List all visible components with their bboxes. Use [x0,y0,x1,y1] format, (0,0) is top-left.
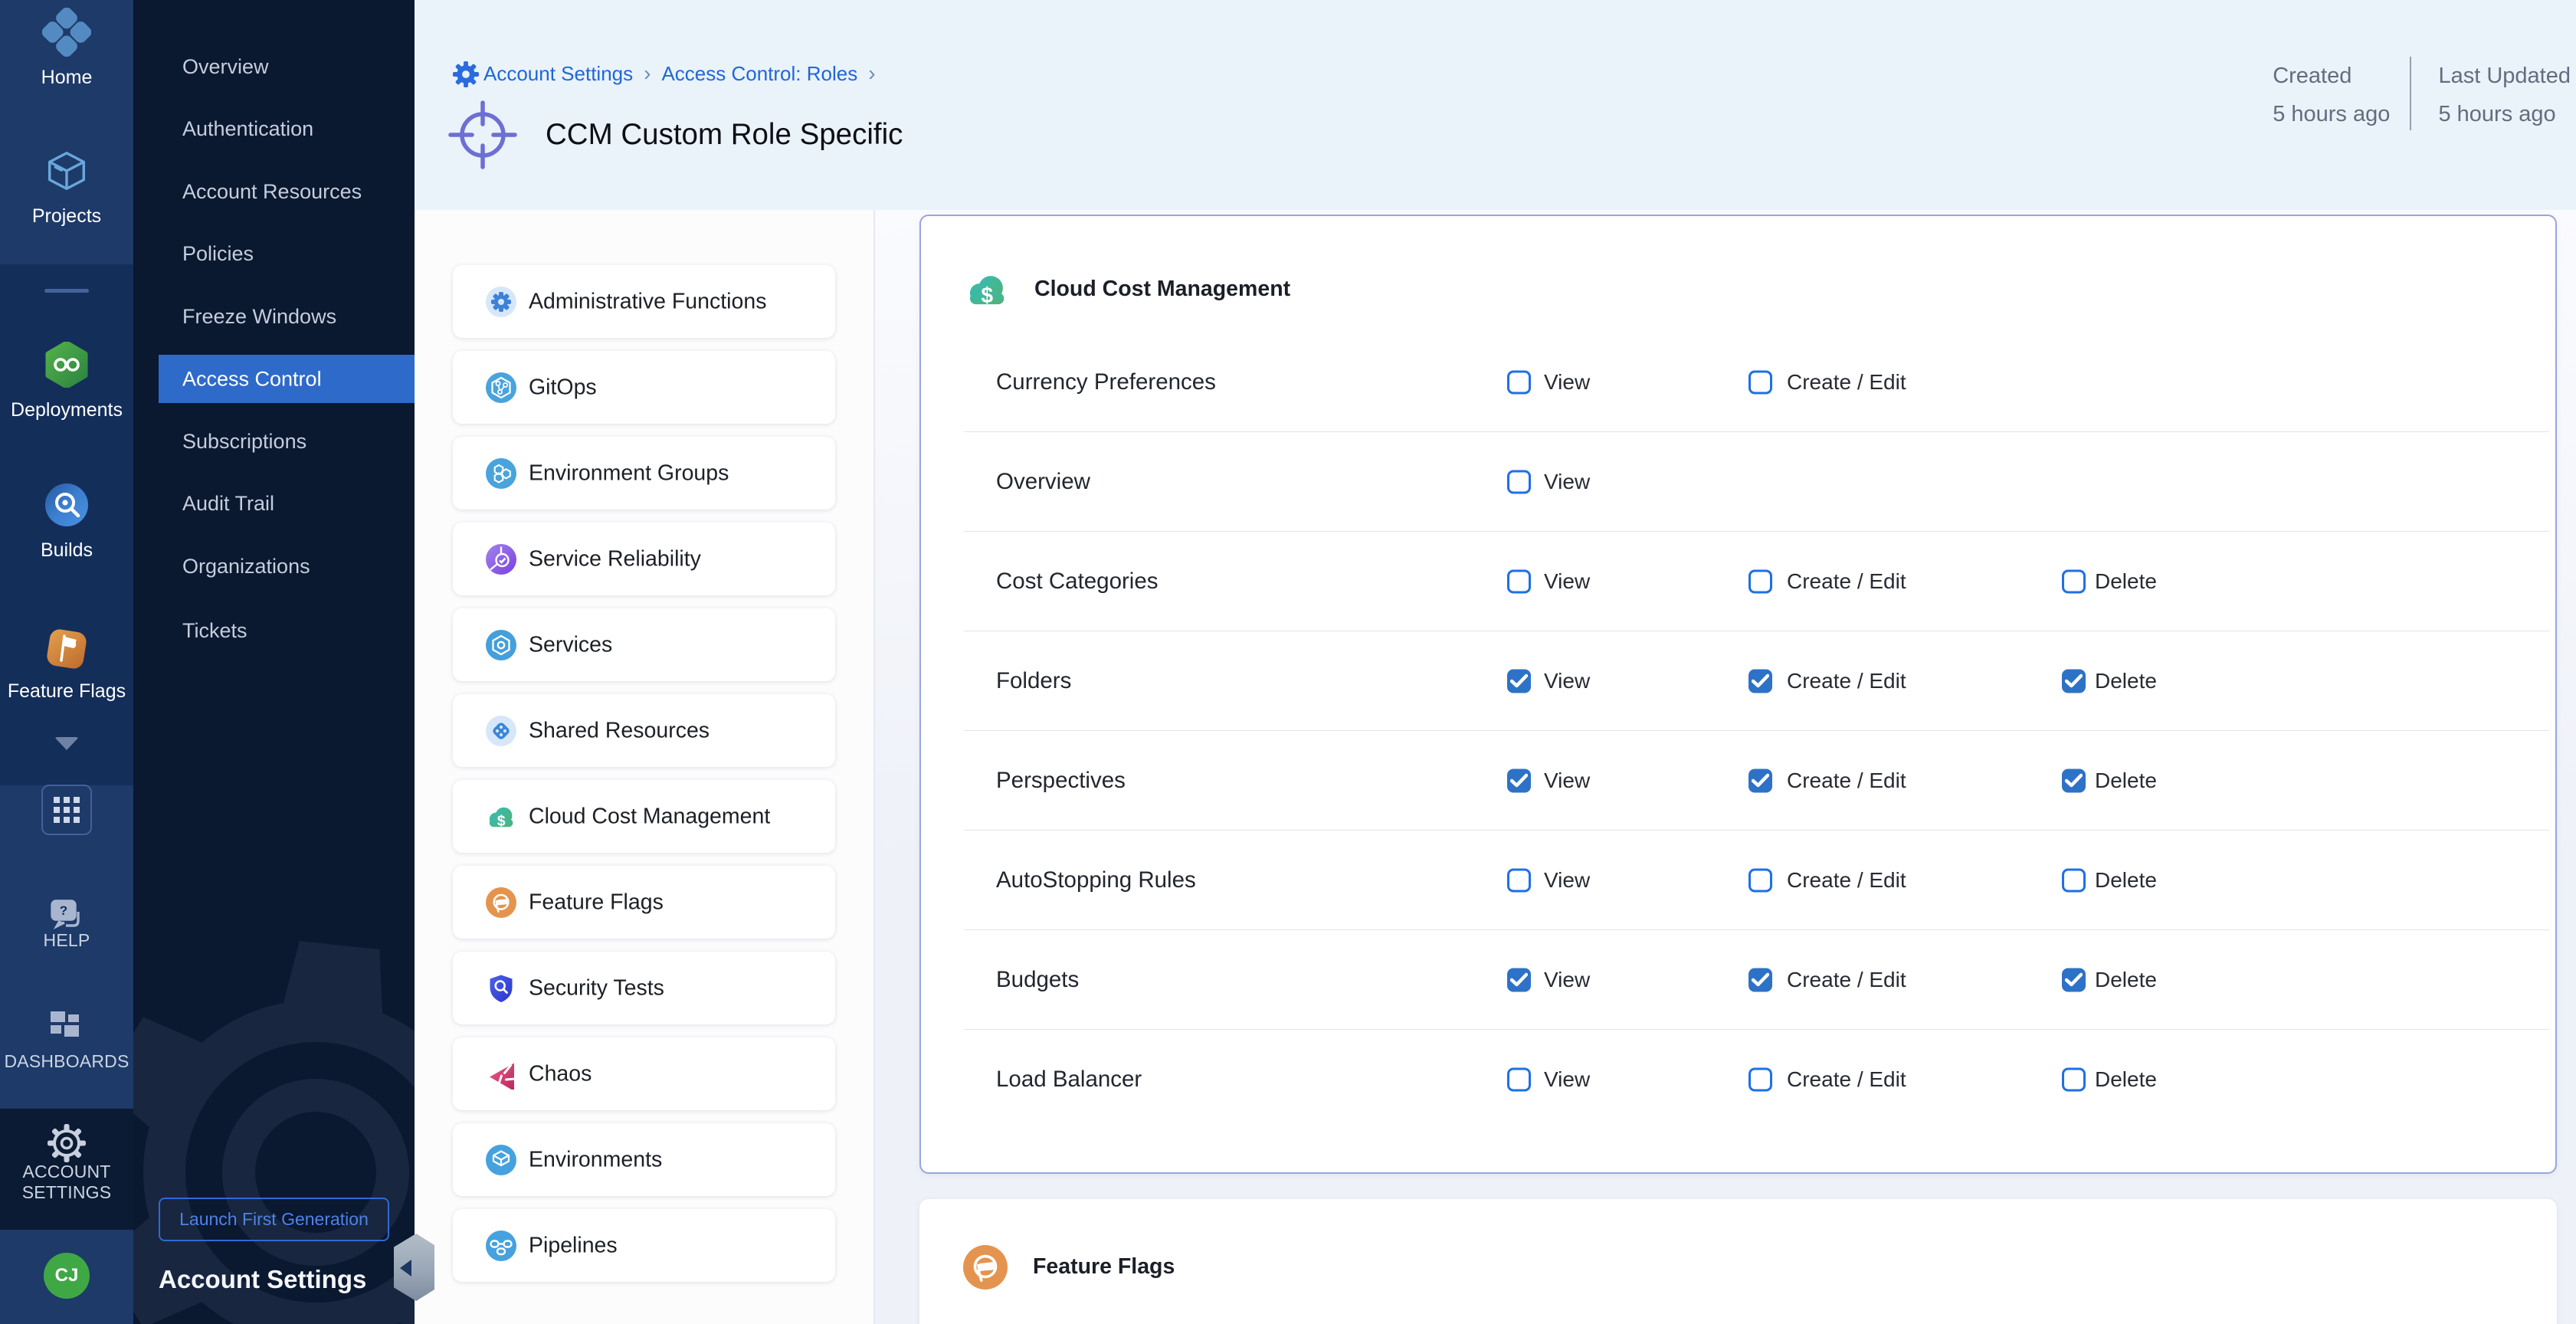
svg-text:?: ? [60,903,67,918]
svg-text:$: $ [981,283,993,307]
svg-text:$: $ [497,812,506,829]
